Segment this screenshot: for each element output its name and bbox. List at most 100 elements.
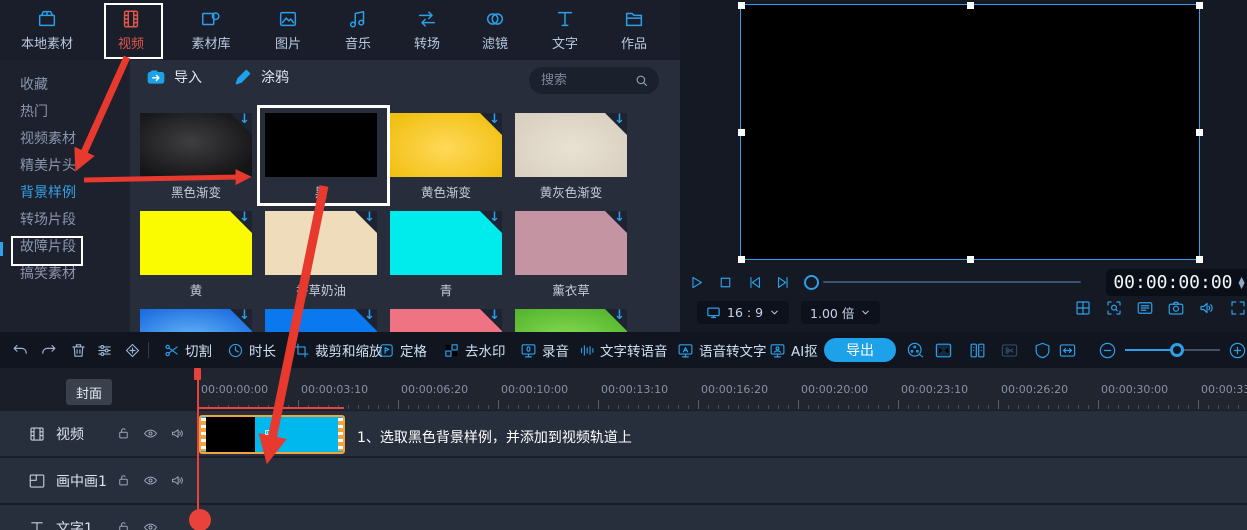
sample-tile-黄[interactable]: ↓黄 [140,211,252,299]
canvas-resize-handle[interactable] [1196,2,1203,9]
toolbar-pages[interactable] [968,332,987,368]
toolbar-undo[interactable] [12,332,29,368]
sidebar-item-精美片头[interactable]: 精美片头 [20,155,76,175]
camera-icon[interactable] [1167,299,1185,317]
zoom-fit-icon[interactable] [1105,299,1123,317]
skip-end-button[interactable] [775,274,792,291]
sample-tile-黄灰色渐变[interactable]: ↓黄灰色渐变 [515,113,627,201]
toolbar-keyframe[interactable] [124,332,141,368]
topbar-item-滤镜[interactable]: 滤镜 [460,8,530,52]
track-audio-icon[interactable] [170,473,185,488]
toolbar-minus-circle[interactable] [1098,332,1117,368]
download-icon[interactable]: ↓ [489,309,500,323]
topbar-item-作品[interactable]: 作品 [599,8,669,52]
toolbar-merge[interactable] [934,332,953,368]
timeline-clip-black[interactable]: 黑 [199,415,345,454]
playhead-line[interactable] [197,368,199,530]
sidebar-item-视频素材[interactable]: 视频素材 [20,128,76,148]
doodle-button[interactable]: 涂鸦 [233,67,289,87]
playhead-flag[interactable] [194,368,201,380]
tool-时长[interactable]: 时长 [227,332,276,368]
sample-tile-青[interactable]: ↓青 [390,211,502,299]
sidebar-item-故障片段[interactable]: 故障片段 [20,236,76,256]
sidebar-item-搞笑素材[interactable]: 搞笑素材 [20,263,76,283]
download-icon[interactable]: ↓ [489,211,500,225]
topbar-item-图片[interactable]: 图片 [253,8,323,52]
sample-tile-row3-3[interactable]: ↓ [515,309,627,332]
tool-裁剪和缩放[interactable]: 裁剪和缩放 [293,332,383,368]
sample-tile-香草奶油[interactable]: ↓香草奶油 [265,211,377,299]
topbar-item-本地素材[interactable]: 本地素材 [12,8,82,52]
topbar-item-转场[interactable]: 转场 [392,8,462,52]
sidebar-item-背景样例[interactable]: 背景样例 [20,182,76,202]
export-button[interactable]: 导出 [824,338,896,362]
speaker-icon[interactable] [1198,299,1216,317]
download-icon[interactable]: ↓ [614,113,625,127]
download-icon[interactable]: ↓ [364,211,375,225]
download-icon[interactable]: ↓ [239,113,250,127]
tool-语音转文字[interactable]: 语音转文字 [677,332,767,368]
aspect-ratio-dropdown[interactable]: 16 : 9 [697,301,789,324]
toolbar-reel[interactable] [906,332,925,368]
search-input[interactable] [539,72,634,89]
tool-文字转语音[interactable]: 文字转语音 [578,332,668,368]
cover-button[interactable]: 封面 [66,379,112,405]
sample-tile-row3-0[interactable]: ↓ [140,309,252,332]
download-icon[interactable]: ↓ [489,113,500,127]
tool-录音[interactable]: 录音 [520,332,569,368]
track-lock-icon[interactable] [116,473,131,488]
timeline-zoom-slider-track[interactable] [1125,349,1176,351]
sample-tile-row3-2[interactable]: ↓ [390,309,502,332]
timeline-ruler[interactable]: 00:00:00:0000:00:03:1000:00:06:2000:00:1… [198,368,1247,410]
zoom-scale-dropdown[interactable]: 1.00 倍 [801,301,880,324]
tool-AI抠[interactable]: AI抠 [769,332,818,368]
topbar-item-视频[interactable]: 视频 [96,8,166,52]
canvas-resize-handle[interactable] [1196,129,1203,136]
sample-tile-薰衣草[interactable]: ↓薰衣草 [515,211,627,299]
skip-start-button[interactable] [746,274,763,291]
canvas-resize-handle[interactable] [738,256,745,263]
stop-button[interactable] [717,274,734,291]
list-icon[interactable] [1136,299,1154,317]
toolbar-plus-circle[interactable] [1228,332,1247,368]
tool-去水印[interactable]: 去水印 [443,332,506,368]
track-lock-icon[interactable] [116,520,131,530]
canvas-resize-handle[interactable] [738,129,745,136]
tool-切割[interactable]: 切割 [163,332,212,368]
fullscreen-icon[interactable] [1229,299,1247,317]
toolbar-redo[interactable] [40,332,57,368]
search-box[interactable] [529,67,659,94]
download-icon[interactable]: ↓ [614,211,625,225]
topbar-item-文字[interactable]: 文字 [530,8,600,52]
timecode-spinner-icon[interactable]: ▲▼ [1239,277,1245,289]
toolbar-shield[interactable] [1033,332,1052,368]
download-icon[interactable]: ↓ [364,309,375,323]
track-eye-icon[interactable] [143,426,158,441]
canvas-resize-handle[interactable] [738,2,745,9]
canvas-resize-handle[interactable] [967,2,974,9]
download-icon[interactable]: ↓ [614,309,625,323]
sample-tile-黑色渐变[interactable]: ↓黑色渐变 [140,113,252,201]
sidebar-item-热门[interactable]: 热门 [20,101,48,121]
seek-slider-track[interactable] [823,281,1081,283]
sample-tile-黄色渐变[interactable]: ↓黄色渐变 [390,113,502,201]
canvas-resize-handle[interactable] [967,256,974,263]
seek-slider-handle[interactable] [804,275,819,290]
track-eye-icon[interactable] [143,520,158,530]
sidebar-item-收藏[interactable]: 收藏 [20,74,48,94]
grid-view-icon[interactable] [1074,299,1092,317]
topbar-item-素材库[interactable]: 素材库 [176,8,246,52]
clip-trim-handle-right[interactable] [338,418,343,451]
topbar-item-音乐[interactable]: 音乐 [323,8,393,52]
import-button[interactable]: 导入 [146,67,202,87]
toolbar-fit[interactable] [1058,332,1077,368]
download-icon[interactable]: ↓ [239,309,250,323]
track-eye-icon[interactable] [143,473,158,488]
timeline-zoom-slider-handle[interactable] [1170,343,1184,357]
toolbar-trash[interactable] [70,332,87,368]
track-lock-icon[interactable] [116,426,131,441]
clip-trim-handle-left[interactable] [201,418,206,451]
preview-canvas[interactable] [740,4,1200,260]
tool-定格[interactable]: 定格 [378,332,427,368]
toolbar-cutclip[interactable] [1000,332,1019,368]
